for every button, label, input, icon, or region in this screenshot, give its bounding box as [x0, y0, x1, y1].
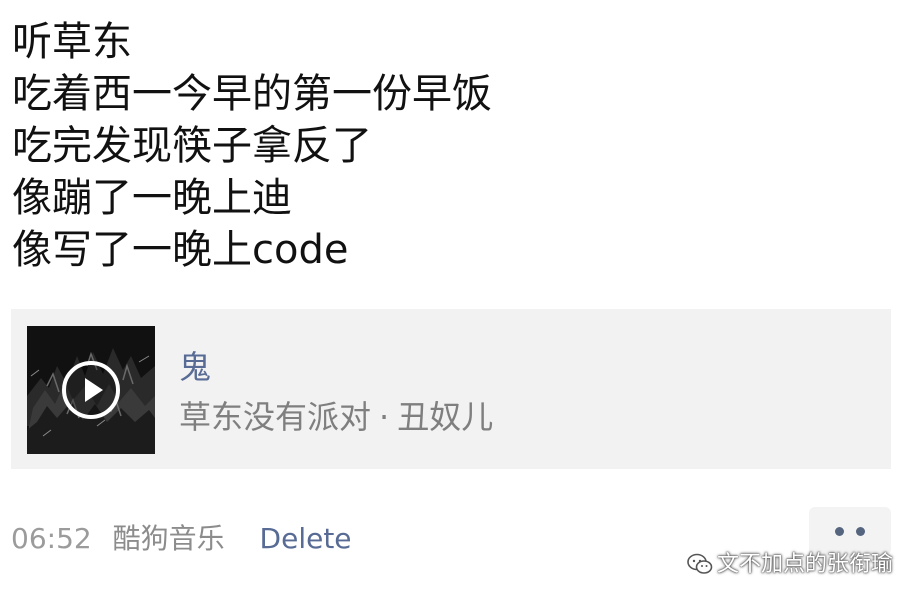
post-line-3: 吃完发现筷子拿反了 [12, 123, 372, 169]
post-line-4: 像蹦了一晚上迪 [12, 175, 292, 221]
more-dot-left [835, 527, 844, 536]
music-card[interactable]: 鬼 草东没有派对 · 丑奴儿 [11, 309, 891, 469]
more-dot-right [856, 527, 865, 536]
post-time: 06:52 [11, 522, 92, 555]
watermark: 文不加点的张衔瑜 [687, 551, 893, 579]
play-icon[interactable] [61, 360, 121, 420]
post-line-5: 像写了一晚上code [12, 227, 349, 273]
post-footer: 06:52 酷狗音乐 Delete [11, 519, 352, 559]
album-name: 草东没有派对 [179, 398, 372, 436]
post-line-2: 吃着西一今早的第一份早饭 [12, 71, 492, 117]
delete-link[interactable]: Delete [260, 522, 352, 555]
post-text: 听草东 吃着西一今早的第一份早饭 吃完发现筷子拿反了 像蹦了一晚上迪 像写了一晚… [12, 16, 492, 276]
post-source[interactable]: 酷狗音乐 [113, 522, 225, 555]
post-line-1: 听草东 [12, 19, 132, 65]
album-cover [27, 326, 155, 454]
wechat-icon [687, 553, 713, 574]
song-title[interactable]: 鬼 [179, 347, 211, 387]
meta-separator: · [379, 398, 390, 436]
artist-name: 丑奴儿 [397, 398, 494, 436]
watermark-text: 文不加点的张衔瑜 [716, 552, 893, 577]
more-dots-icon[interactable] [809, 507, 891, 555]
song-meta: 草东没有派对 · 丑奴儿 [179, 397, 493, 437]
